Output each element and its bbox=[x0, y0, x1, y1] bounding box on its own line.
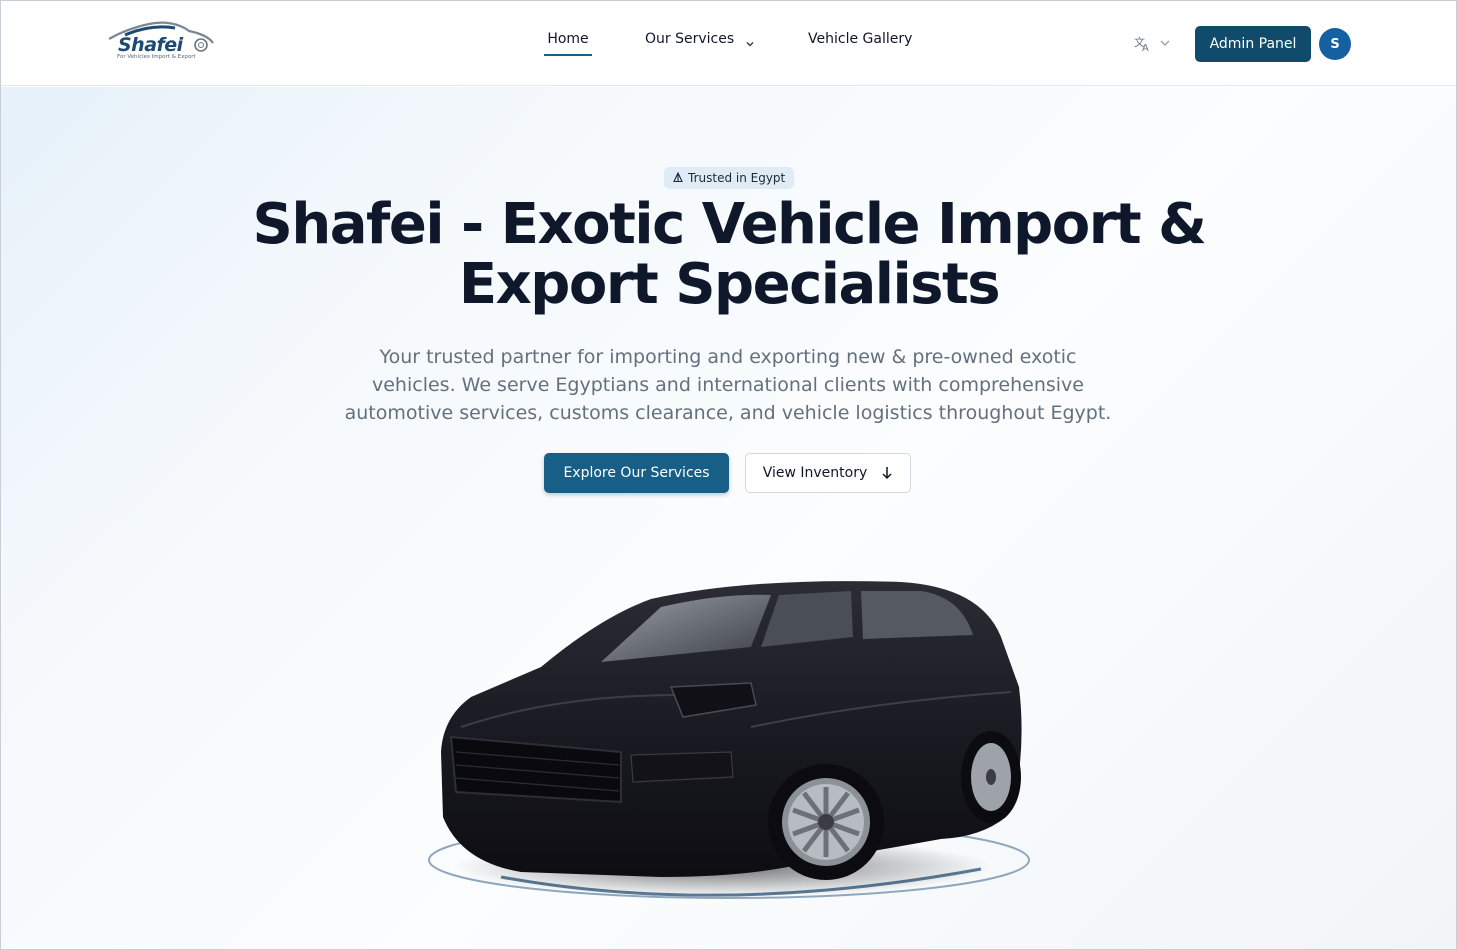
translate-icon: 文 A bbox=[1134, 35, 1170, 54]
logo-tagline: For Vehicles Import & Export bbox=[117, 54, 196, 60]
logo-wordmark: Shafei bbox=[118, 34, 183, 56]
admin-panel-button[interactable]: Admin Panel bbox=[1195, 26, 1311, 62]
svg-text:A: A bbox=[1142, 43, 1149, 54]
page: Shafei For Vehicles Import & Export Home… bbox=[0, 0, 1457, 950]
shield-icon bbox=[673, 172, 683, 183]
language-switcher[interactable]: 文 A bbox=[1134, 34, 1174, 54]
arrow-down-icon bbox=[882, 467, 892, 480]
trusted-badge: Trusted in Egypt bbox=[664, 167, 795, 189]
hero-subtitle: Your trusted partner for importing and e… bbox=[344, 346, 1112, 424]
hero-title: Shafei - Exotic Vehicle Import & Export … bbox=[252, 192, 1207, 317]
explore-services-button[interactable]: Explore Our Services bbox=[544, 453, 729, 493]
nav-home[interactable]: Home bbox=[544, 31, 592, 56]
shafei-logo[interactable]: Shafei For Vehicles Import & Export bbox=[105, 19, 217, 65]
badge-text: Trusted in Egypt bbox=[688, 171, 786, 185]
nav-our-services[interactable]: Our Services bbox=[645, 31, 734, 47]
site-header: Shafei For Vehicles Import & Export Home… bbox=[1, 1, 1456, 86]
view-inventory-label: View Inventory bbox=[762, 465, 868, 481]
hero-section: Trusted in Egypt Shafei - Exotic Vehicle… bbox=[1, 87, 1456, 949]
suv-car-image bbox=[428, 581, 1030, 899]
chevron-down-icon[interactable] bbox=[745, 34, 755, 53]
user-avatar[interactable]: S bbox=[1319, 28, 1351, 60]
view-inventory-button[interactable]: View Inventory bbox=[745, 453, 911, 493]
nav-vehicle-gallery[interactable]: Vehicle Gallery bbox=[808, 31, 912, 47]
